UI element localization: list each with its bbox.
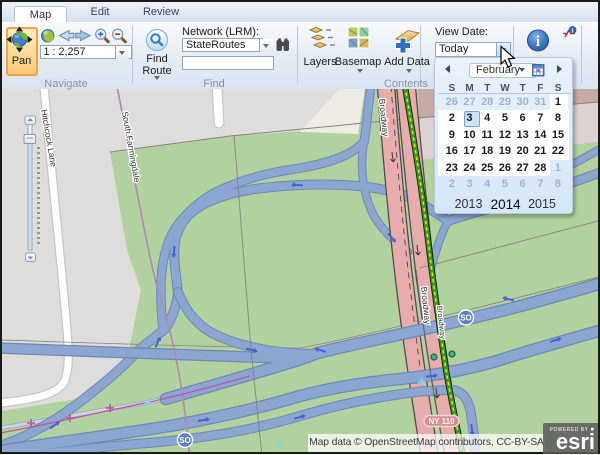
svg-text:i: i — [536, 34, 540, 50]
